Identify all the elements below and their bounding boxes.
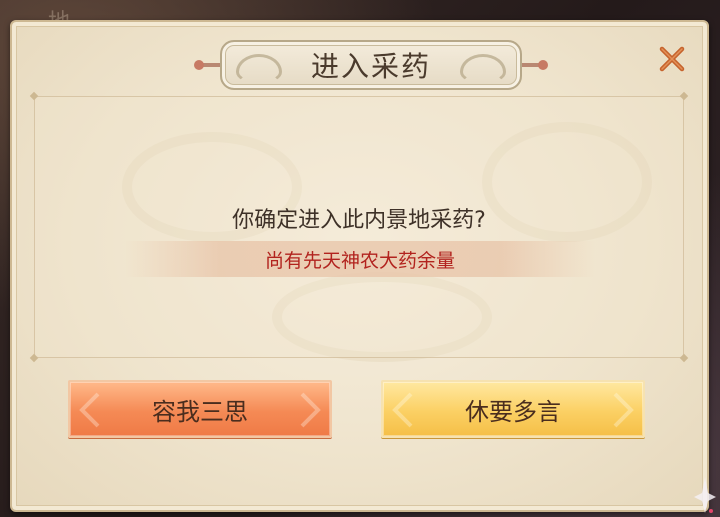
cancel-button[interactable]: 容我三思 <box>68 380 332 438</box>
cloud-flourish-icon <box>236 54 282 84</box>
notice-band: 尚有先天神农大药余量 <box>125 241 595 277</box>
remaining-herb-notice: 尚有先天神农大药余量 <box>264 249 455 272</box>
chevron-right-icon <box>613 392 634 428</box>
confirm-question: 你确定进入此内景地采药? <box>232 208 486 233</box>
title-banner: 进入采药 <box>194 40 548 90</box>
close-button[interactable] <box>657 44 687 74</box>
dialog-title: 进入采药 <box>310 50 431 83</box>
title-plate: 进入采药 <box>220 40 522 90</box>
chevron-left-icon <box>79 392 100 428</box>
message-frame: 你确定进入此内景地采药? 尚有先天神农大药余量 <box>29 91 689 363</box>
close-icon <box>659 46 685 72</box>
frame-corner <box>29 353 39 363</box>
cloud-flourish-icon <box>460 54 506 84</box>
frame-corner <box>679 353 689 363</box>
cancel-button-label: 容我三思 <box>152 397 248 426</box>
frame-corner <box>679 91 689 101</box>
sparkle-ornament-icon <box>694 477 716 513</box>
confirm-button-label: 休要多言 <box>465 397 561 426</box>
confirm-button[interactable]: 休要多言 <box>381 380 645 438</box>
enter-herb-gathering-dialog: 进入采药 你确定进入此内景地采药? 尚有先天神农大药余量 容我三思 休要多言 <box>10 20 709 512</box>
frame-corner <box>29 91 39 101</box>
chevron-right-icon <box>300 392 321 428</box>
chevron-left-icon <box>392 392 413 428</box>
